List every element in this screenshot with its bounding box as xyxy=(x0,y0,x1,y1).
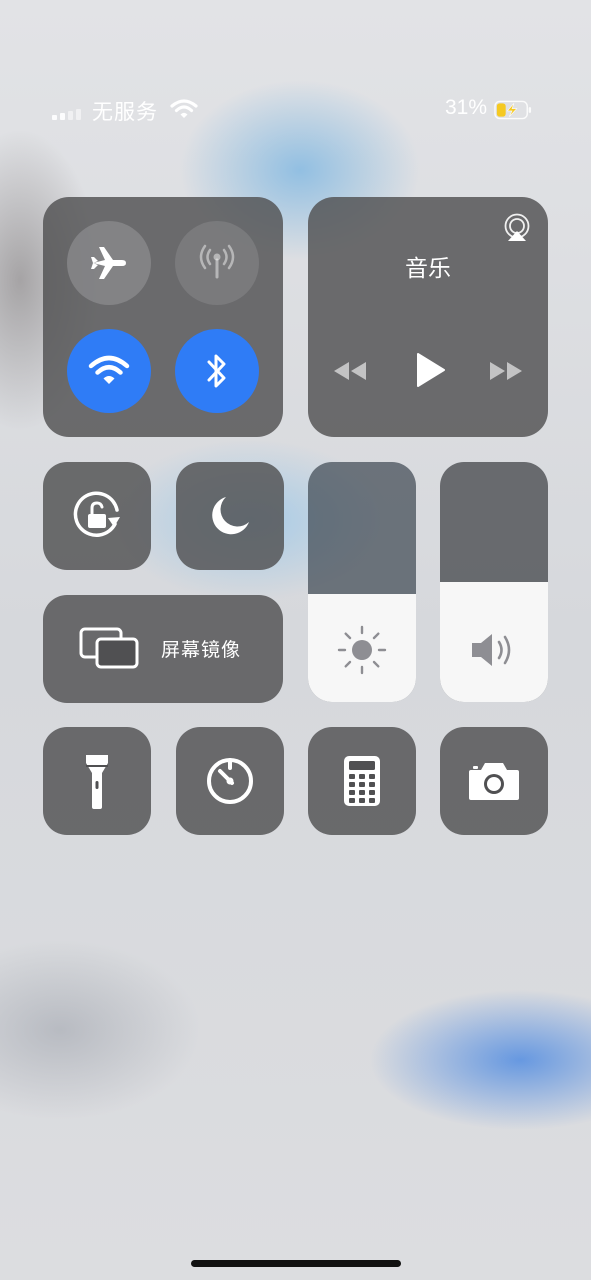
music-title: 音乐 xyxy=(405,255,451,281)
rotation-lock-button[interactable] xyxy=(43,462,151,570)
wifi-status-icon xyxy=(170,99,198,118)
screen-mirroring-label: 屏幕镜像 xyxy=(161,640,242,661)
camera-button[interactable] xyxy=(440,727,548,835)
screen-mirroring-icon xyxy=(79,627,139,669)
battery-icon xyxy=(494,100,532,120)
rotation-lock-icon xyxy=(73,491,120,537)
flashlight-button[interactable] xyxy=(43,727,151,835)
calculator-icon xyxy=(344,756,380,806)
connectivity-module xyxy=(43,197,283,437)
airplane-mode-button[interactable] xyxy=(67,221,151,305)
moon-icon xyxy=(212,497,249,535)
screen-mirroring-button[interactable]: 屏幕镜像 xyxy=(43,595,283,703)
flashlight-icon xyxy=(86,755,108,809)
rewind-icon[interactable] xyxy=(332,360,368,382)
home-indicator[interactable] xyxy=(191,1260,401,1267)
music-module[interactable]: 音乐 xyxy=(308,197,548,437)
sun-icon xyxy=(337,625,387,675)
carrier-label: 无服务 xyxy=(92,101,158,124)
status-bar: 无服务 31% xyxy=(0,92,591,128)
speaker-icon xyxy=(472,634,511,666)
bluetooth-icon xyxy=(207,354,226,388)
airplay-icon[interactable] xyxy=(502,213,532,243)
timer-icon xyxy=(207,758,253,804)
calculator-button[interactable] xyxy=(308,727,416,835)
antenna-icon xyxy=(199,244,235,279)
playback-controls xyxy=(308,352,548,392)
fast-forward-icon[interactable] xyxy=(488,360,524,382)
volume-slider[interactable] xyxy=(440,462,548,702)
wifi-icon xyxy=(88,355,130,384)
bluetooth-toggle-button[interactable] xyxy=(175,329,259,413)
timer-button[interactable] xyxy=(176,727,284,835)
play-icon[interactable] xyxy=(412,352,448,388)
airplane-icon xyxy=(91,247,126,279)
do-not-disturb-button[interactable] xyxy=(176,462,284,570)
camera-icon xyxy=(469,763,519,800)
battery-percent: 31% xyxy=(445,96,488,119)
cellular-data-button[interactable] xyxy=(175,221,259,305)
brightness-slider[interactable] xyxy=(308,462,416,702)
wifi-toggle-button[interactable] xyxy=(67,329,151,413)
